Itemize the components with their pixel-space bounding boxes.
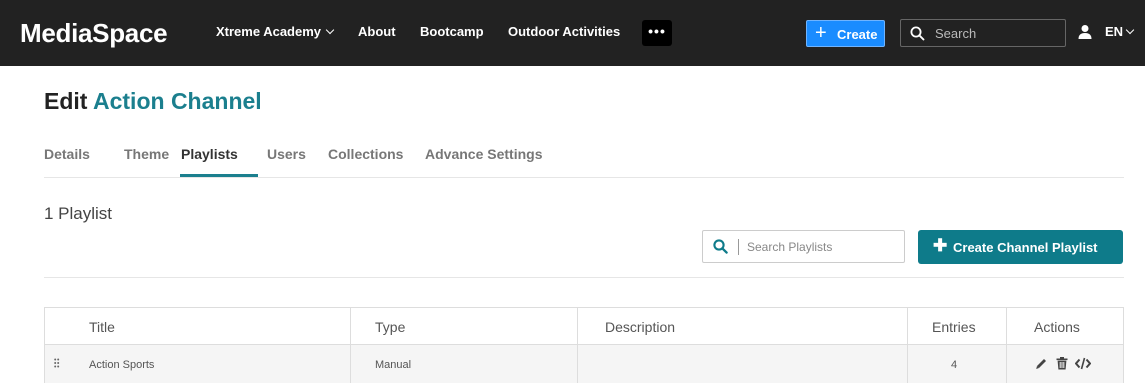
search-icon[interactable] [713,239,728,254]
column-header-title[interactable]: Title [89,319,115,335]
pencil-icon[interactable] [1035,357,1048,370]
column-header-description[interactable]: Description [605,319,675,335]
column-header-entries[interactable]: Entries [932,319,976,335]
nav-item-xtreme-academy[interactable]: Xtreme Academy [216,24,335,39]
column-divider [907,308,908,383]
search-icon [910,26,925,41]
playlists-table: Title Type Description Entries Actions A… [44,307,1124,383]
nav-item-bootcamp[interactable]: Bootcamp [420,24,484,39]
column-divider [1006,308,1007,383]
playlist-count: 1 Playlist [44,204,113,223]
edit-channel-tabs: Details Theme Playlists Users Collection… [44,146,1124,178]
nav-item-about[interactable]: About [358,24,396,39]
tab-users[interactable]: Users [267,146,306,162]
cell-type: Manual [375,359,412,371]
more-menu-button[interactable]: ••• [642,20,672,46]
column-divider [577,308,578,383]
app-logo[interactable]: MediaSpace [20,18,168,49]
plus-icon: + [815,22,827,44]
tab-playlists[interactable]: Playlists [181,146,238,162]
playlist-search-input[interactable] [747,239,897,255]
cell-entries: 4 [951,359,958,371]
column-header-type[interactable]: Type [375,319,405,335]
language-label: EN [1105,24,1124,39]
page-title-prefix: Edit [44,88,88,114]
create-button[interactable]: + Create [806,20,885,47]
page-title-channel: Action Channel [93,88,262,114]
column-divider [350,308,351,383]
create-button-label: Create [837,27,878,42]
cell-title[interactable]: Action Sports [89,359,154,371]
language-selector[interactable]: EN [1105,24,1135,39]
drag-handle-icon[interactable] [54,358,60,368]
column-header-actions: Actions [1034,319,1080,335]
search-divider [738,239,739,255]
section-divider [44,277,1124,278]
top-navigation-bar: MediaSpace Xtreme Academy About Bootcamp… [0,0,1145,66]
page-title: Edit Action Channel [44,88,262,115]
chevron-down-icon [325,25,335,35]
global-search [900,19,1066,47]
table-row[interactable]: Action Sports Manual 4 [45,345,1123,383]
active-tab-indicator [180,174,258,177]
create-channel-playlist-button[interactable]: ✚ Create Channel Playlist [918,230,1123,264]
tab-advance-settings[interactable]: Advance Settings [425,146,542,162]
nav-item-outdoor-activities[interactable]: Outdoor Activities [508,24,620,39]
user-icon[interactable] [1078,24,1092,40]
nav-item-label: Xtreme Academy [216,24,322,39]
table-header-row: Title Type Description Entries Actions [45,308,1123,345]
tab-theme[interactable]: Theme [124,146,169,162]
tab-details[interactable]: Details [44,146,90,162]
playlist-search [702,230,905,263]
chevron-down-icon [1125,25,1135,35]
trash-icon[interactable] [1056,357,1068,370]
global-search-input[interactable] [935,25,1055,41]
plus-icon: ✚ [933,236,948,255]
create-channel-playlist-label: Create Channel Playlist [953,240,1098,255]
code-icon[interactable] [1075,357,1091,370]
tab-collections[interactable]: Collections [328,146,403,162]
